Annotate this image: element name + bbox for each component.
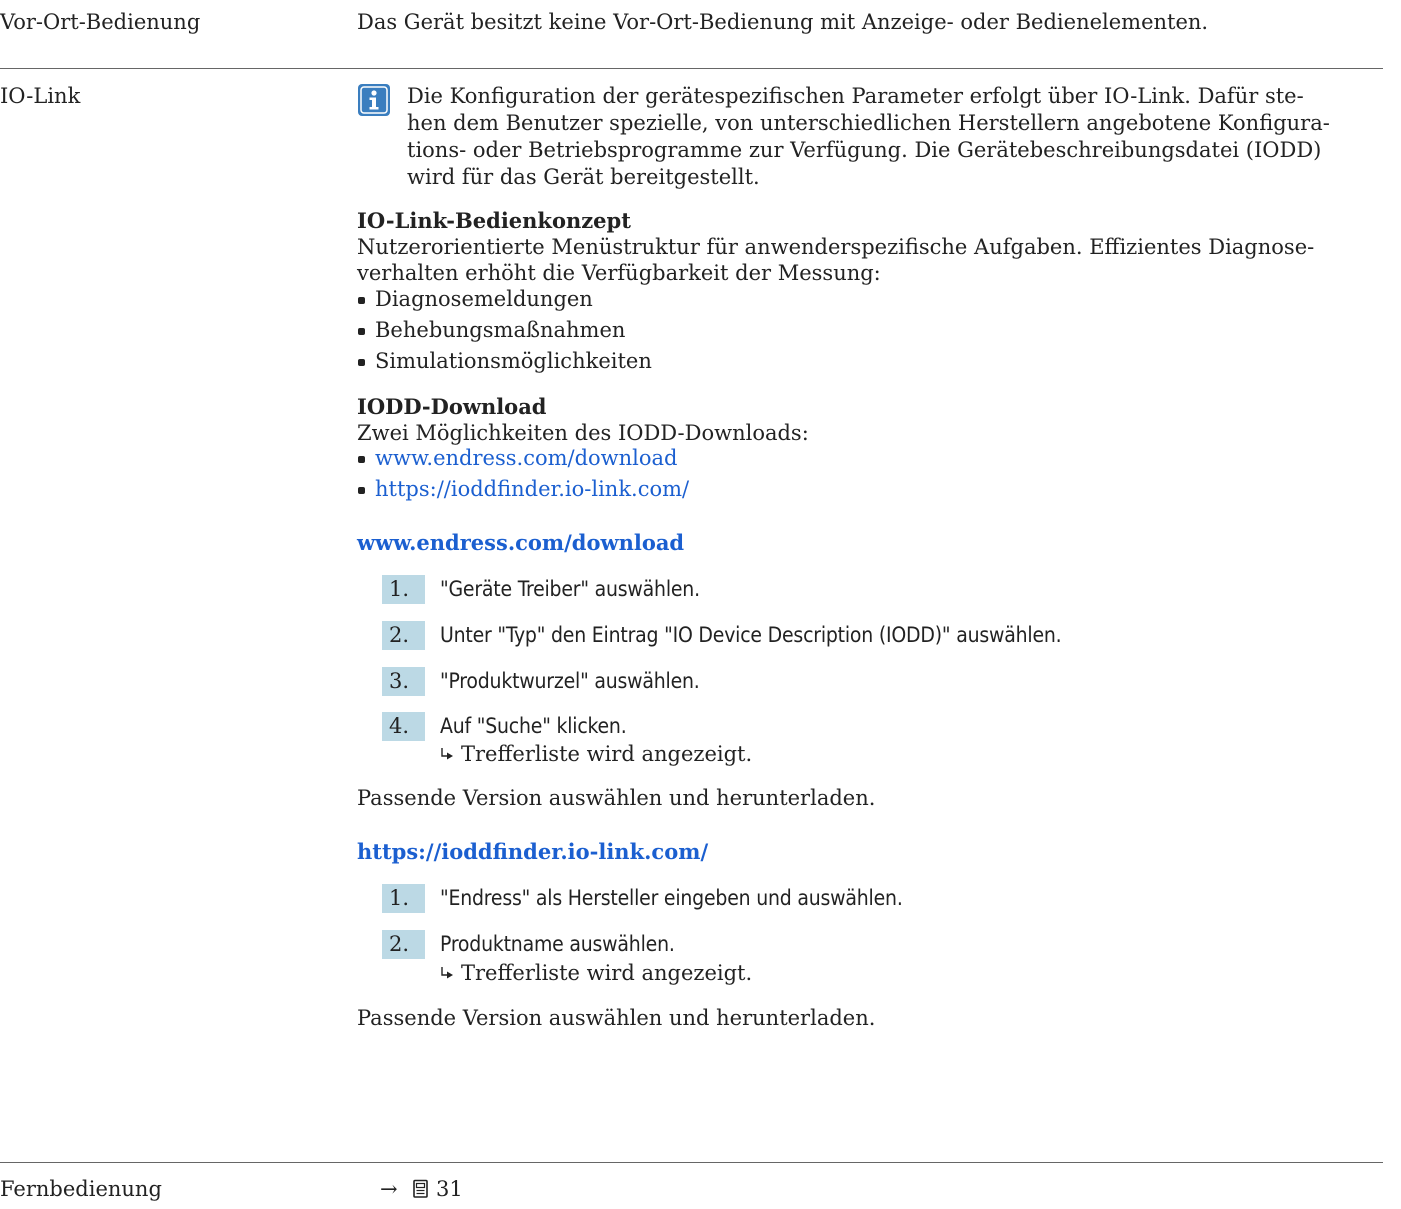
row-label-local-operation: Vor-Ort-Bedienung <box>0 10 201 34</box>
step-text: "Endress" als Hersteller eingeben und au… <box>440 886 903 910</box>
step-number: 1. <box>389 577 410 601</box>
step-text: "Produktwurzel" auswählen. <box>440 669 700 693</box>
step-number: 1. <box>389 886 410 910</box>
step-number: 2. <box>389 623 410 647</box>
step-number: 2. <box>389 932 410 956</box>
bullet-marker <box>358 456 365 463</box>
step-number: 3. <box>389 669 410 693</box>
info-line: tions- oder Betriebsprogramme zur Verfüg… <box>407 138 1322 162</box>
page-reference-link[interactable]: 31 <box>436 1174 463 1204</box>
book-icon <box>413 1179 428 1198</box>
concept-bullet-item: Behebungsmaßnahmen <box>375 318 626 342</box>
result-arrow-icon <box>441 967 453 979</box>
step-number: 4. <box>389 714 410 738</box>
bullet-marker <box>358 487 365 494</box>
local-operation-text: Das Gerät besitzt keine Vor-Ort-Bedienun… <box>357 10 1209 34</box>
info-line: hen dem Benutzer spezielle, von untersch… <box>407 111 1330 135</box>
info-line: wird für das Gerät bereitgestellt. <box>407 165 760 189</box>
result-arrow-icon <box>441 748 453 760</box>
step-result: Trefferliste wird angezeigt. <box>461 742 753 766</box>
concept-bullet-item: Diagnosemeldungen <box>375 287 593 311</box>
endress-procedure-heading[interactable]: www.endress.com/download <box>357 528 684 558</box>
bullet-marker <box>358 359 365 366</box>
procedure-closing: Passende Version auswählen und herunterl… <box>357 786 876 810</box>
step-text: Produktname auswählen. <box>440 932 675 956</box>
procedure-closing: Passende Version auswählen und herunterl… <box>357 1006 876 1030</box>
row-divider <box>0 68 1383 69</box>
row-label-io-link: IO-Link <box>0 84 81 108</box>
step-text: Auf "Suche" klicken. <box>440 714 627 738</box>
bullet-marker <box>358 297 365 304</box>
concept-bullet-item: Simulationsmöglichkeiten <box>375 349 652 373</box>
info-line: Die Konfiguration der gerätespezifischen… <box>407 84 1304 108</box>
row-divider <box>0 1162 1383 1163</box>
ioddfinder-procedure-heading[interactable]: https://ioddfinder.io-link.com/ <box>357 837 708 867</box>
endress-download-link[interactable]: www.endress.com/download <box>375 443 678 473</box>
step-text: "Geräte Treiber" auswählen. <box>440 577 700 601</box>
ref-arrow: → <box>380 1177 398 1201</box>
bullet-marker <box>358 328 365 335</box>
step-text: Unter "Typ" den Eintrag "IO Device Descr… <box>440 623 1062 647</box>
info-icon <box>358 84 390 116</box>
ioddfinder-link[interactable]: https://ioddfinder.io-link.com/ <box>375 474 689 504</box>
step-result: Trefferliste wird angezeigt. <box>461 961 753 985</box>
row-label-remote-operation: Fernbedienung <box>0 1177 162 1201</box>
